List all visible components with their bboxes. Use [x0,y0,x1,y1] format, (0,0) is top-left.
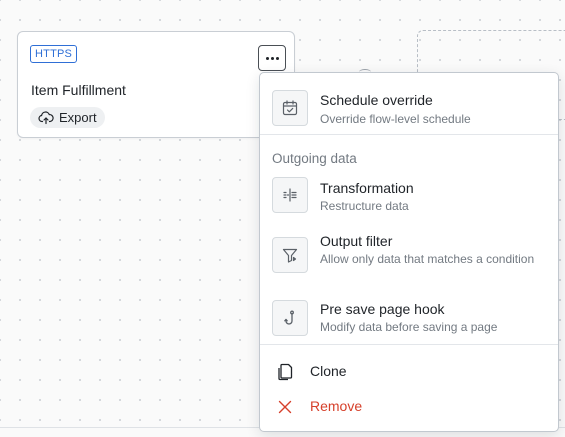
schedule-override-title: Schedule override [320,92,433,108]
pre-save-hook-subtitle: Modify data before saving a page [320,320,498,334]
cloud-upload-icon [38,110,54,125]
filter-icon [272,237,308,273]
transformation-subtitle: Restructure data [320,199,409,213]
close-icon [274,396,296,418]
pre-save-hook-title: Pre save page hook [320,301,445,317]
protocol-badge: HTTPS [30,45,78,63]
menu-item-pre-save-page-hook[interactable]: Pre save page hook Modify data before sa… [260,296,558,342]
remove-label: Remove [310,398,363,414]
menu-item-transformation[interactable]: Transformation Restructure data [260,174,558,218]
ellipsis-icon [265,56,279,60]
hook-icon [272,300,308,336]
section-label-outgoing-data: Outgoing data [272,151,357,166]
more-actions-button[interactable] [258,45,286,71]
menu-item-clone[interactable]: Clone [260,355,558,387]
calendar-check-icon [272,90,308,126]
menu-item-output-filter[interactable]: Output filter Allow only data that match… [260,228,558,288]
export-label: Export [59,110,97,125]
transformation-title: Transformation [320,180,414,196]
flow-step-card[interactable]: HTTPS Item Fulfillment Export [17,31,295,138]
transform-icon [272,177,308,213]
menu-item-remove[interactable]: Remove [260,390,558,422]
menu-item-schedule-override[interactable]: Schedule override Override flow-level sc… [260,85,558,135]
menu-divider [260,344,558,345]
schedule-override-subtitle: Override flow-level schedule [320,112,471,126]
copy-icon [274,361,296,383]
output-filter-title: Output filter [320,233,393,249]
step-title: Item Fulfillment [31,82,126,98]
menu-divider [260,134,558,135]
clone-label: Clone [310,363,347,379]
output-filter-subtitle: Allow only data that matches a condition [320,252,535,266]
actions-dropdown-menu: Schedule override Override flow-level sc… [259,72,559,432]
export-type-pill: Export [30,107,105,128]
